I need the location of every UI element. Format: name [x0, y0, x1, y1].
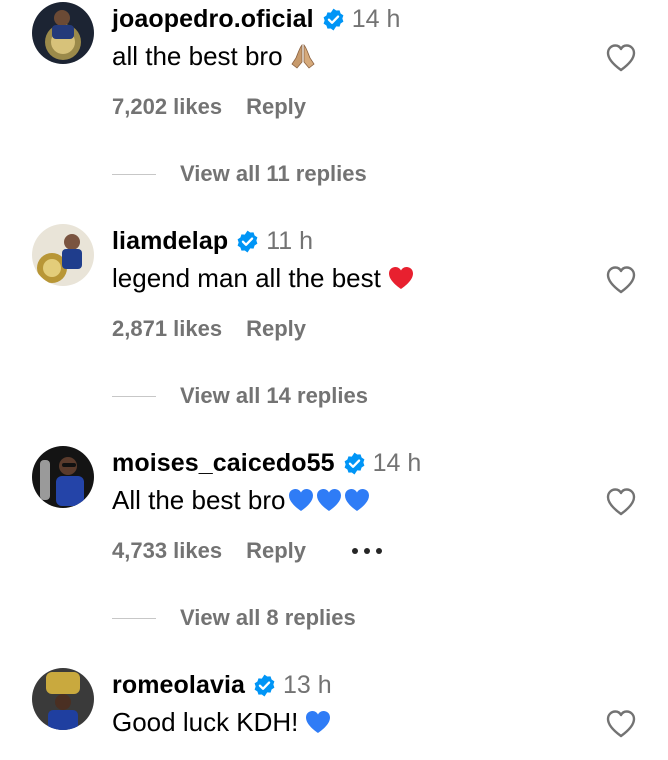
- timestamp: 13 h: [283, 670, 332, 699]
- comment-header: moises_caicedo55 14 h: [112, 448, 421, 478]
- like-heart-icon[interactable]: [605, 708, 637, 740]
- avatar[interactable]: [32, 224, 94, 286]
- verified-badge-icon: [237, 230, 258, 252]
- timestamp: 11 h: [266, 226, 314, 255]
- view-replies-label: View all 14 replies: [180, 383, 368, 408]
- username[interactable]: liamdelap: [112, 227, 228, 256]
- comment-body: all the best bro: [112, 40, 283, 71]
- comment-meta: 7,202 likes Reply: [112, 92, 306, 122]
- verified-badge-icon: [323, 8, 344, 30]
- like-heart-icon[interactable]: [605, 42, 637, 74]
- verified-badge-icon: [344, 452, 364, 474]
- comment-meta: 2,871 likes Reply: [112, 314, 306, 344]
- folded-hands-icon: [289, 42, 317, 70]
- avatar[interactable]: [32, 2, 94, 64]
- comment-body: All the best bro: [112, 484, 286, 515]
- divider: [112, 173, 156, 175]
- like-count[interactable]: 4,733 likes: [112, 538, 222, 564]
- comment-header: romeolavia 13 h: [112, 670, 332, 700]
- view-replies-button[interactable]: View all 8 replies: [112, 603, 356, 633]
- divider: [112, 395, 156, 397]
- comment-body: legend man all the best: [112, 262, 381, 293]
- like-count[interactable]: 7,202 likes: [112, 94, 222, 120]
- reply-button[interactable]: Reply: [246, 94, 306, 120]
- like-heart-icon[interactable]: [605, 486, 637, 518]
- username[interactable]: joaopedro.oficial: [112, 5, 314, 34]
- blue-heart-icon: [304, 708, 332, 736]
- comment-text: legend man all the best: [112, 262, 415, 294]
- like-count[interactable]: 2,871 likes: [112, 316, 222, 342]
- blue-hearts-icon: [287, 486, 371, 514]
- view-replies-label: View all 11 replies: [180, 161, 367, 186]
- view-replies-label: View all 8 replies: [180, 605, 356, 630]
- view-replies-button[interactable]: View all 14 replies: [112, 381, 368, 411]
- comment-text: all the best bro: [112, 40, 317, 72]
- reply-button[interactable]: Reply: [246, 538, 306, 564]
- comment-body: Good luck KDH!: [112, 706, 299, 737]
- comment-header: joaopedro.oficial 14 h: [112, 4, 400, 34]
- username[interactable]: romeolavia: [112, 671, 245, 700]
- comment-text: Good luck KDH!: [112, 706, 332, 738]
- red-heart-icon: [387, 264, 415, 292]
- avatar[interactable]: [32, 668, 94, 730]
- like-heart-icon[interactable]: [605, 264, 637, 296]
- timestamp: 14 h: [372, 448, 422, 477]
- avatar[interactable]: [32, 446, 94, 508]
- username[interactable]: moises_caicedo55: [112, 449, 335, 478]
- divider: [112, 617, 156, 619]
- comment-meta: 4,733 likes Reply: [112, 536, 383, 566]
- view-replies-button[interactable]: View all 11 replies: [112, 159, 367, 189]
- timestamp: 14 h: [351, 4, 401, 33]
- comment-header: liamdelap 11 h: [112, 226, 313, 256]
- verified-badge-icon: [254, 674, 275, 696]
- more-options-icon[interactable]: [352, 548, 383, 554]
- reply-button[interactable]: Reply: [246, 316, 306, 342]
- comment-text: All the best bro: [112, 484, 371, 516]
